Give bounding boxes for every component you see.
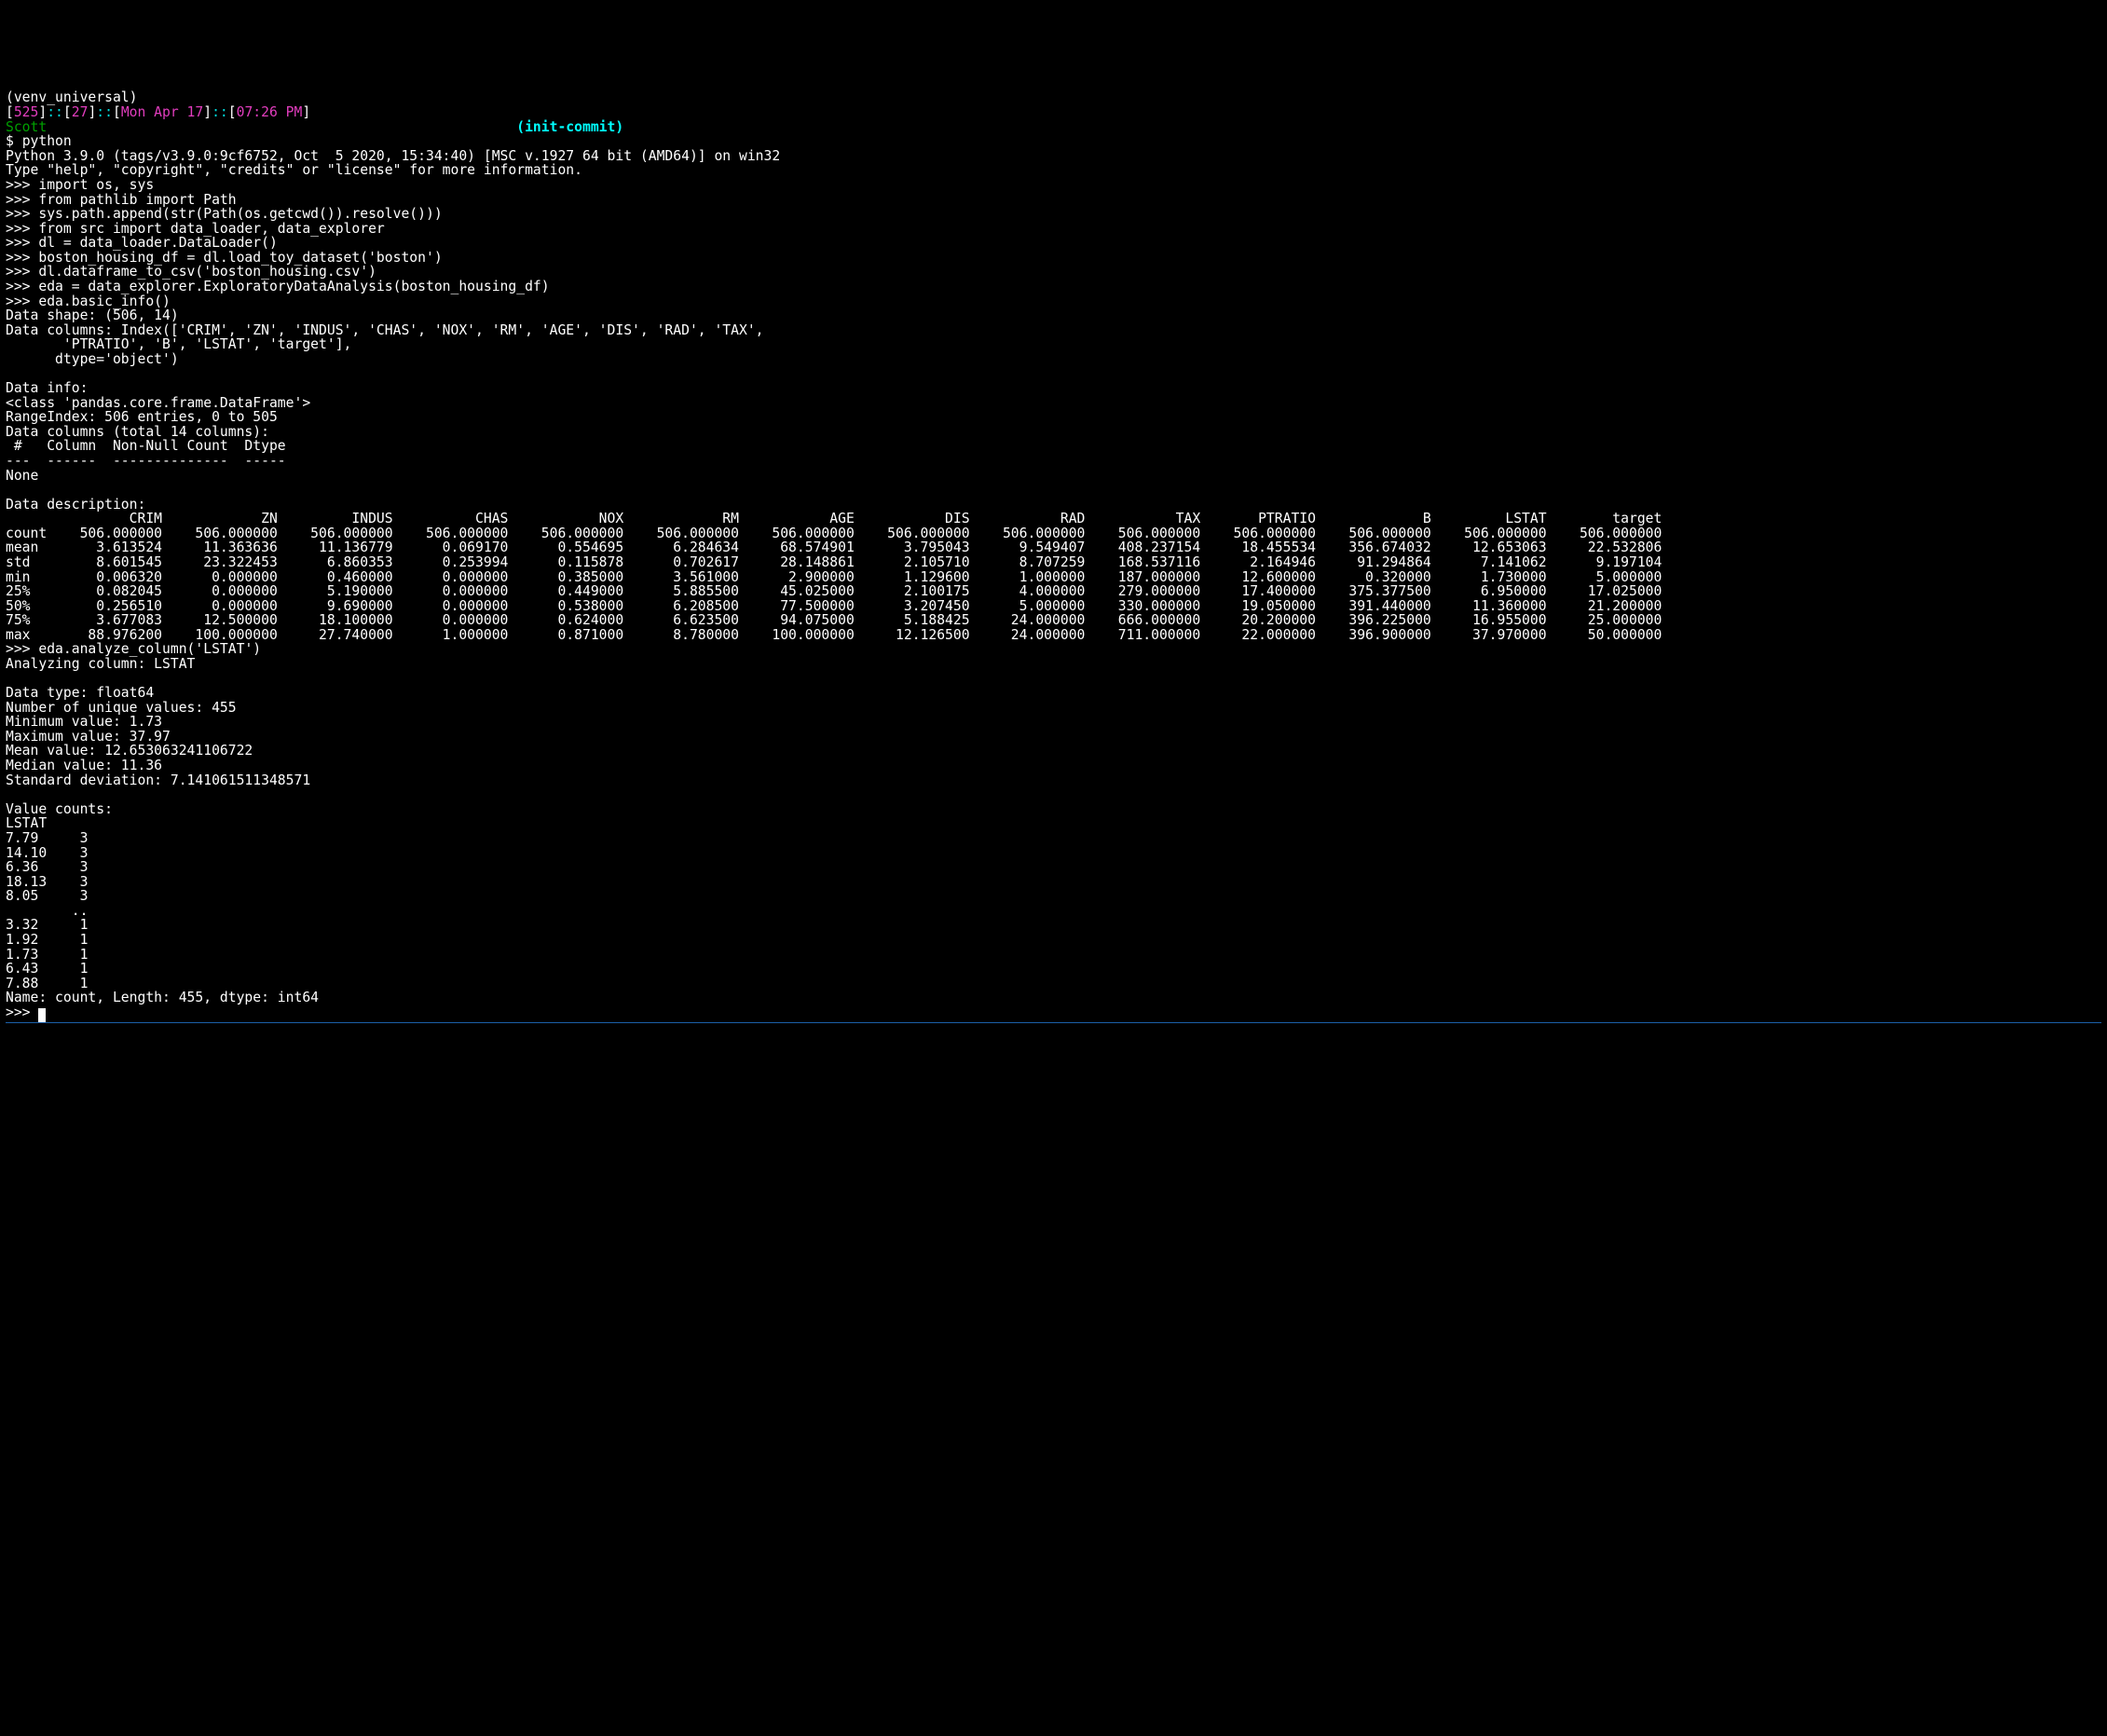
terminal-cursor[interactable] (38, 1008, 46, 1022)
ps-sep-3: :: (212, 104, 228, 120)
ps-num-b: 27 (72, 104, 89, 120)
basic-info-shape: Data shape: (506, 14) (6, 308, 179, 323)
basic-info-cols2: 'PTRATIO', 'B', 'LSTAT', 'target'], (6, 336, 351, 352)
vc-hdr: Value counts: (6, 801, 113, 817)
vc-bot-rows: 3.32 1 1.92 1 1.73 1 6.43 1 7.88 1 (6, 917, 88, 991)
ps-time: 07:26 PM (237, 104, 303, 120)
analyze-hdr: Analyzing column: LSTAT (6, 656, 195, 672)
ps-open4: [ (228, 104, 237, 120)
ps-close4: ] (302, 104, 310, 120)
python-banner-1: Python 3.9.0 (tags/v3.9.0:9cf6752, Oct 5… (6, 148, 780, 164)
data-info-sep: --- ------ -------------- ----- (6, 453, 286, 469)
data-info-range: RangeIndex: 506 entries, 0 to 505 (6, 409, 278, 425)
analyze-call: eda.analyze_column('LSTAT') (38, 641, 261, 657)
basic-info-cols1: Data columns: Index(['CRIM', 'ZN', 'INDU… (6, 322, 764, 338)
ps-pad (47, 119, 516, 135)
ps-open3: [ (113, 104, 121, 120)
data-info-class: <class 'pandas.core.frame.DataFrame'> (6, 395, 310, 411)
basic-info-cols3: dtype='object') (6, 351, 179, 367)
python-banner-2: Type "help", "copyright", "credits" or "… (6, 162, 582, 178)
venv-indicator: (venv_universal) (6, 89, 137, 105)
ps-user: Scott (6, 119, 47, 135)
ps-sep-1: :: (47, 104, 63, 120)
ps-close3: ] (203, 104, 212, 120)
terminal-screen[interactable]: { "prompt": { "venv": "(venv_universal)"… (0, 29, 2107, 1046)
ps-date: Mon Apr 17 (121, 104, 203, 120)
ps-close: ] (38, 104, 47, 120)
analyze-stats: Data type: float64 Number of unique valu… (6, 685, 310, 787)
repl-ps1-analyze: >>> (6, 641, 38, 657)
final-repl-prompt[interactable]: >>> (6, 1005, 38, 1020)
bottom-rule (6, 1022, 2101, 1023)
ps-open: [ (6, 104, 14, 120)
vc-footer: Name: count, Length: 455, dtype: int64 (6, 990, 319, 1005)
data-info-none: None (6, 468, 38, 484)
git-branch: (init-commit) (516, 119, 623, 135)
ps-close2: ] (88, 104, 96, 120)
ps-sep-2: :: (96, 104, 113, 120)
data-info-cols: Data columns (total 14 columns): (6, 424, 269, 440)
repl-block: >>> import os, sys >>> from pathlib impo… (6, 177, 550, 309)
data-info-hdr2: # Column Non-Null Count Dtype (6, 438, 286, 454)
data-info-hdr: Data info: (6, 380, 88, 396)
shell-dollar: $ (6, 133, 22, 149)
vc-top-rows: 7.79 3 14.10 3 6.36 3 18.13 3 8.05 3 (6, 830, 88, 904)
vc-dots: .. (6, 903, 88, 919)
vc-col: LSTAT (6, 815, 47, 831)
describe-table: CRIM ZN INDUS CHAS NOX RM AGE DIS RAD TA… (6, 511, 1662, 643)
shell-command: python (22, 133, 72, 149)
ps-num-a: 525 (14, 104, 39, 120)
ps-open2: [ (63, 104, 72, 120)
describe-title: Data description: (6, 497, 145, 513)
